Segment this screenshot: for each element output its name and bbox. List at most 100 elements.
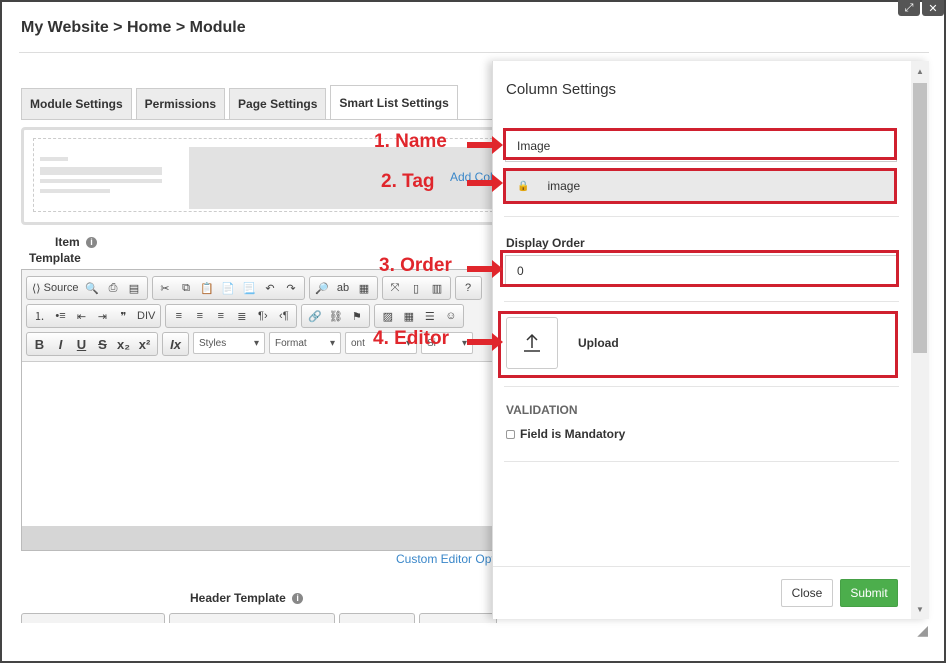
item-template-label: Item i bbox=[55, 235, 98, 249]
item-label-text: Item bbox=[55, 235, 80, 249]
strikethrough-icon[interactable]: S bbox=[92, 334, 113, 354]
print-icon[interactable]: ⎙ bbox=[103, 278, 124, 298]
paste-word-icon[interactable]: 📃 bbox=[239, 278, 260, 298]
toolbar-group: ⒈ •≡ ⇤ ⇥ ❞ DIV bbox=[26, 304, 162, 328]
close-button[interactable]: Close bbox=[781, 579, 833, 607]
preview-icon[interactable]: 🔍 bbox=[82, 278, 103, 298]
help-icon[interactable]: ? bbox=[458, 278, 479, 298]
header-template-text: Header Template bbox=[190, 591, 286, 605]
panel-footer-divider bbox=[493, 566, 910, 567]
arrow-icon bbox=[467, 136, 503, 154]
smiley-icon[interactable]: ☺ bbox=[440, 306, 461, 326]
justify-icon[interactable]: ≣ bbox=[231, 306, 252, 326]
tab-module-settings[interactable]: Module Settings bbox=[21, 88, 132, 119]
mandatory-option[interactable]: Field is Mandatory bbox=[506, 427, 625, 441]
unlink-icon[interactable]: ⛓ bbox=[325, 306, 346, 326]
annotation-order: 3. Order bbox=[379, 255, 452, 276]
highlight-name bbox=[503, 128, 897, 160]
toolbar-group: ✂ ⧉ 📋 📄 📃 ↶ ↷ bbox=[151, 276, 305, 300]
cut-icon[interactable]: ✂ bbox=[155, 278, 176, 298]
blocks-icon[interactable]: ▥ bbox=[427, 278, 448, 298]
placeholder-line bbox=[40, 189, 110, 193]
close-icon[interactable]: ✕ bbox=[922, 0, 944, 16]
toolbar-group: 🔗 ⛓ ⚑ bbox=[301, 304, 371, 328]
submit-button[interactable]: Submit bbox=[840, 579, 898, 607]
editor-statusbar bbox=[22, 526, 500, 550]
subscript-icon[interactable]: x₂ bbox=[113, 334, 134, 354]
link-icon[interactable]: 🔗 bbox=[304, 306, 325, 326]
bulleted-list-icon[interactable]: •≡ bbox=[50, 306, 71, 326]
show-blocks-icon[interactable]: ▯ bbox=[406, 278, 427, 298]
mandatory-checkbox[interactable] bbox=[506, 429, 515, 439]
toolbar-group: ≡ ≡ ≡ ≣ ¶› ‹¶ bbox=[165, 304, 298, 328]
replace-icon[interactable]: ab bbox=[333, 278, 354, 298]
custom-editor-options-link[interactable]: Custom Editor Opt bbox=[396, 552, 495, 566]
paste-icon[interactable]: 📋 bbox=[197, 278, 218, 298]
superscript-icon[interactable]: x² bbox=[134, 334, 155, 354]
outdent-icon[interactable]: ⇤ bbox=[71, 306, 92, 326]
tab-divider bbox=[21, 119, 501, 120]
remove-format-icon[interactable]: Ix bbox=[165, 334, 186, 354]
tab-smart-list-settings[interactable]: Smart List Settings bbox=[330, 85, 458, 119]
editor-toolbar-row: ⟨⟩ Source 🔍 ⎙ ▤ ✂ ⧉ 📋 📄 📃 ↶ ↷ 🔎 ab ▦ ⤧ ▯… bbox=[26, 276, 482, 300]
format-dropdown[interactable]: Format ▾ bbox=[269, 332, 341, 354]
tab-page-settings[interactable]: Page Settings bbox=[229, 88, 327, 119]
divider bbox=[504, 301, 899, 302]
resize-grip-icon[interactable]: ◢ bbox=[917, 622, 928, 639]
toolbar-group: B I U S x₂ x² bbox=[26, 332, 158, 356]
template-label-text: Template bbox=[29, 251, 81, 265]
blockquote-icon[interactable]: ❞ bbox=[113, 306, 134, 326]
toolbar-group: ⤧ ▯ ▥ bbox=[381, 276, 451, 300]
settings-tabs: Module Settings Permissions Page Setting… bbox=[21, 85, 458, 119]
tab-permissions[interactable]: Permissions bbox=[135, 88, 226, 119]
table-icon[interactable]: ▦ bbox=[398, 306, 419, 326]
align-left-icon[interactable]: ≡ bbox=[168, 306, 189, 326]
arrow-icon bbox=[467, 260, 503, 278]
image-icon[interactable]: ▨ bbox=[377, 306, 398, 326]
highlight-tag bbox=[503, 168, 897, 204]
maximize-icon[interactable]: ⤧ bbox=[385, 278, 406, 298]
align-right-icon[interactable]: ≡ bbox=[210, 306, 231, 326]
scroll-down-icon[interactable]: ▼ bbox=[911, 601, 929, 617]
divider bbox=[19, 52, 929, 53]
redo-icon[interactable]: ↷ bbox=[281, 278, 302, 298]
bold-icon[interactable]: B bbox=[29, 334, 50, 354]
div-container-icon[interactable]: DIV bbox=[134, 306, 158, 326]
scroll-up-icon[interactable]: ▲ bbox=[911, 63, 929, 79]
templates-icon[interactable]: ▤ bbox=[124, 278, 145, 298]
toolbar-group: ▨ ▦ ☰ ☺ bbox=[374, 304, 465, 328]
info-icon[interactable]: i bbox=[86, 237, 98, 249]
breadcrumb: My Website > Home > Module bbox=[21, 19, 246, 36]
source-icon: ⟨⟩ bbox=[32, 282, 44, 295]
align-center-icon[interactable]: ≡ bbox=[189, 306, 210, 326]
italic-icon[interactable]: I bbox=[50, 334, 71, 354]
toolbar-group bbox=[419, 613, 497, 623]
expand-icon[interactable]: ⤢ bbox=[898, 0, 920, 16]
rtl-icon[interactable]: ‹¶ bbox=[273, 306, 294, 326]
panel-scrollbar[interactable]: ▲ ▼ bbox=[911, 61, 929, 619]
mandatory-label: Field is Mandatory bbox=[520, 427, 626, 441]
styles-dropdown[interactable]: Styles ▾ bbox=[193, 332, 265, 354]
copy-icon[interactable]: ⧉ bbox=[176, 278, 197, 298]
divider bbox=[504, 216, 899, 217]
source-button[interactable]: ⟨⟩ Source bbox=[29, 278, 82, 298]
indent-icon[interactable]: ⇥ bbox=[92, 306, 113, 326]
info-icon[interactable]: i bbox=[292, 593, 304, 605]
editor-content-area[interactable] bbox=[22, 361, 500, 527]
ltr-icon[interactable]: ¶› bbox=[252, 306, 273, 326]
annotation-name: 1. Name bbox=[374, 131, 447, 152]
find-icon[interactable]: 🔎 bbox=[312, 278, 333, 298]
font-label: ont bbox=[351, 337, 365, 349]
scroll-thumb[interactable] bbox=[913, 83, 927, 353]
horizontal-line-icon[interactable]: ☰ bbox=[419, 306, 440, 326]
header-template-label: Header Template i bbox=[190, 591, 304, 605]
paste-text-icon[interactable]: 📄 bbox=[218, 278, 239, 298]
undo-icon[interactable]: ↶ bbox=[260, 278, 281, 298]
divider bbox=[504, 386, 899, 387]
numbered-list-icon[interactable]: ⒈ bbox=[29, 306, 50, 326]
chevron-down-icon: ▾ bbox=[253, 337, 259, 349]
annotation-tag: 2. Tag bbox=[381, 171, 435, 192]
underline-icon[interactable]: U bbox=[71, 334, 92, 354]
select-all-icon[interactable]: ▦ bbox=[354, 278, 375, 298]
anchor-icon[interactable]: ⚑ bbox=[346, 306, 367, 326]
